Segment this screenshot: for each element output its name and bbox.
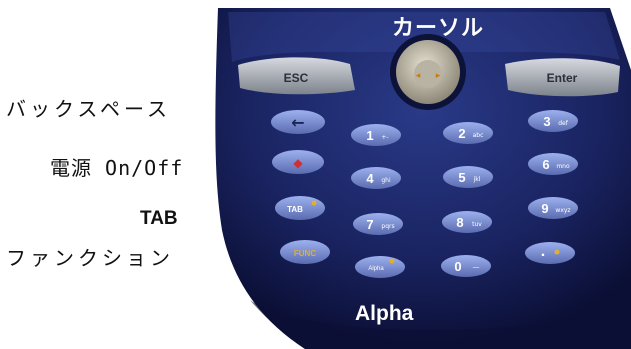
backspace-key[interactable]: ← — [271, 110, 325, 134]
svg-text:tuv: tuv — [472, 221, 482, 228]
key-6[interactable]: 6 mno — [528, 153, 578, 175]
svg-text:8: 8 — [456, 215, 463, 230]
svg-text:ghi: ghi — [381, 177, 391, 184]
key-0[interactable]: 0 — — [441, 255, 491, 277]
svg-text:pqrs: pqrs — [381, 223, 394, 230]
enter-key[interactable]: Enter — [505, 58, 620, 97]
tab-key-label: TAB — [287, 205, 303, 214]
label-alpha: Alpha — [355, 302, 414, 325]
func-key-label: FUNC — [294, 249, 316, 258]
svg-text:4: 4 — [366, 171, 374, 186]
svg-text:—: — — [473, 263, 480, 271]
esc-key[interactable]: ESC — [238, 57, 355, 95]
svg-text:0: 0 — [454, 259, 461, 274]
tab-key[interactable]: TAB — [275, 196, 325, 220]
power-icon: ◆ — [293, 156, 303, 170]
svg-text:3: 3 — [543, 114, 550, 129]
svg-text:2: 2 — [458, 126, 465, 141]
svg-text:mno: mno — [556, 163, 570, 170]
power-key[interactable]: ◆ — [272, 150, 324, 174]
svg-text:1: 1 — [366, 128, 373, 143]
svg-text:◂: ◂ — [416, 71, 421, 81]
dot-key[interactable]: . — [525, 242, 575, 264]
svg-text:jkl: jkl — [473, 176, 481, 183]
key-5[interactable]: 5 jkl — [443, 166, 493, 188]
backspace-key-label: ← — [291, 113, 304, 132]
key-4[interactable]: 4 ghi — [351, 167, 401, 189]
svg-text:.: . — [541, 243, 545, 260]
svg-text:7: 7 — [366, 217, 373, 232]
esc-key-label: ESC — [284, 71, 309, 85]
svg-text:def: def — [558, 120, 569, 127]
key-2[interactable]: 2 abc — [443, 122, 493, 144]
key-3[interactable]: 3 def — [528, 110, 578, 132]
label-cursor: カーソル — [392, 16, 485, 41]
svg-text:6: 6 — [542, 157, 549, 172]
key-1[interactable]: 1 +- — [351, 124, 401, 146]
svg-text:▸: ▸ — [436, 71, 441, 81]
alpha-key[interactable]: Alpha — [355, 256, 405, 278]
key-7[interactable]: 7 pqrs — [353, 213, 403, 235]
key-9[interactable]: 9 wxyz — [528, 197, 578, 219]
enter-key-label: Enter — [547, 71, 578, 85]
svg-text:9: 9 — [541, 201, 548, 216]
func-key[interactable]: FUNC — [280, 240, 330, 264]
device-keypad: ESC Enter ◂ ▸ ← ◆ TAB FUNC 1 +- 2 abc 3 … — [215, 8, 631, 349]
svg-text:abc: abc — [473, 132, 484, 139]
svg-text:Alpha: Alpha — [368, 266, 384, 272]
key-8[interactable]: 8 tuv — [442, 211, 492, 233]
svg-text:wxyz: wxyz — [555, 207, 570, 214]
cursor-nav-pad[interactable]: ◂ ▸ — [390, 34, 466, 110]
svg-text:5: 5 — [458, 170, 465, 185]
svg-text:+-: +- — [381, 134, 388, 141]
